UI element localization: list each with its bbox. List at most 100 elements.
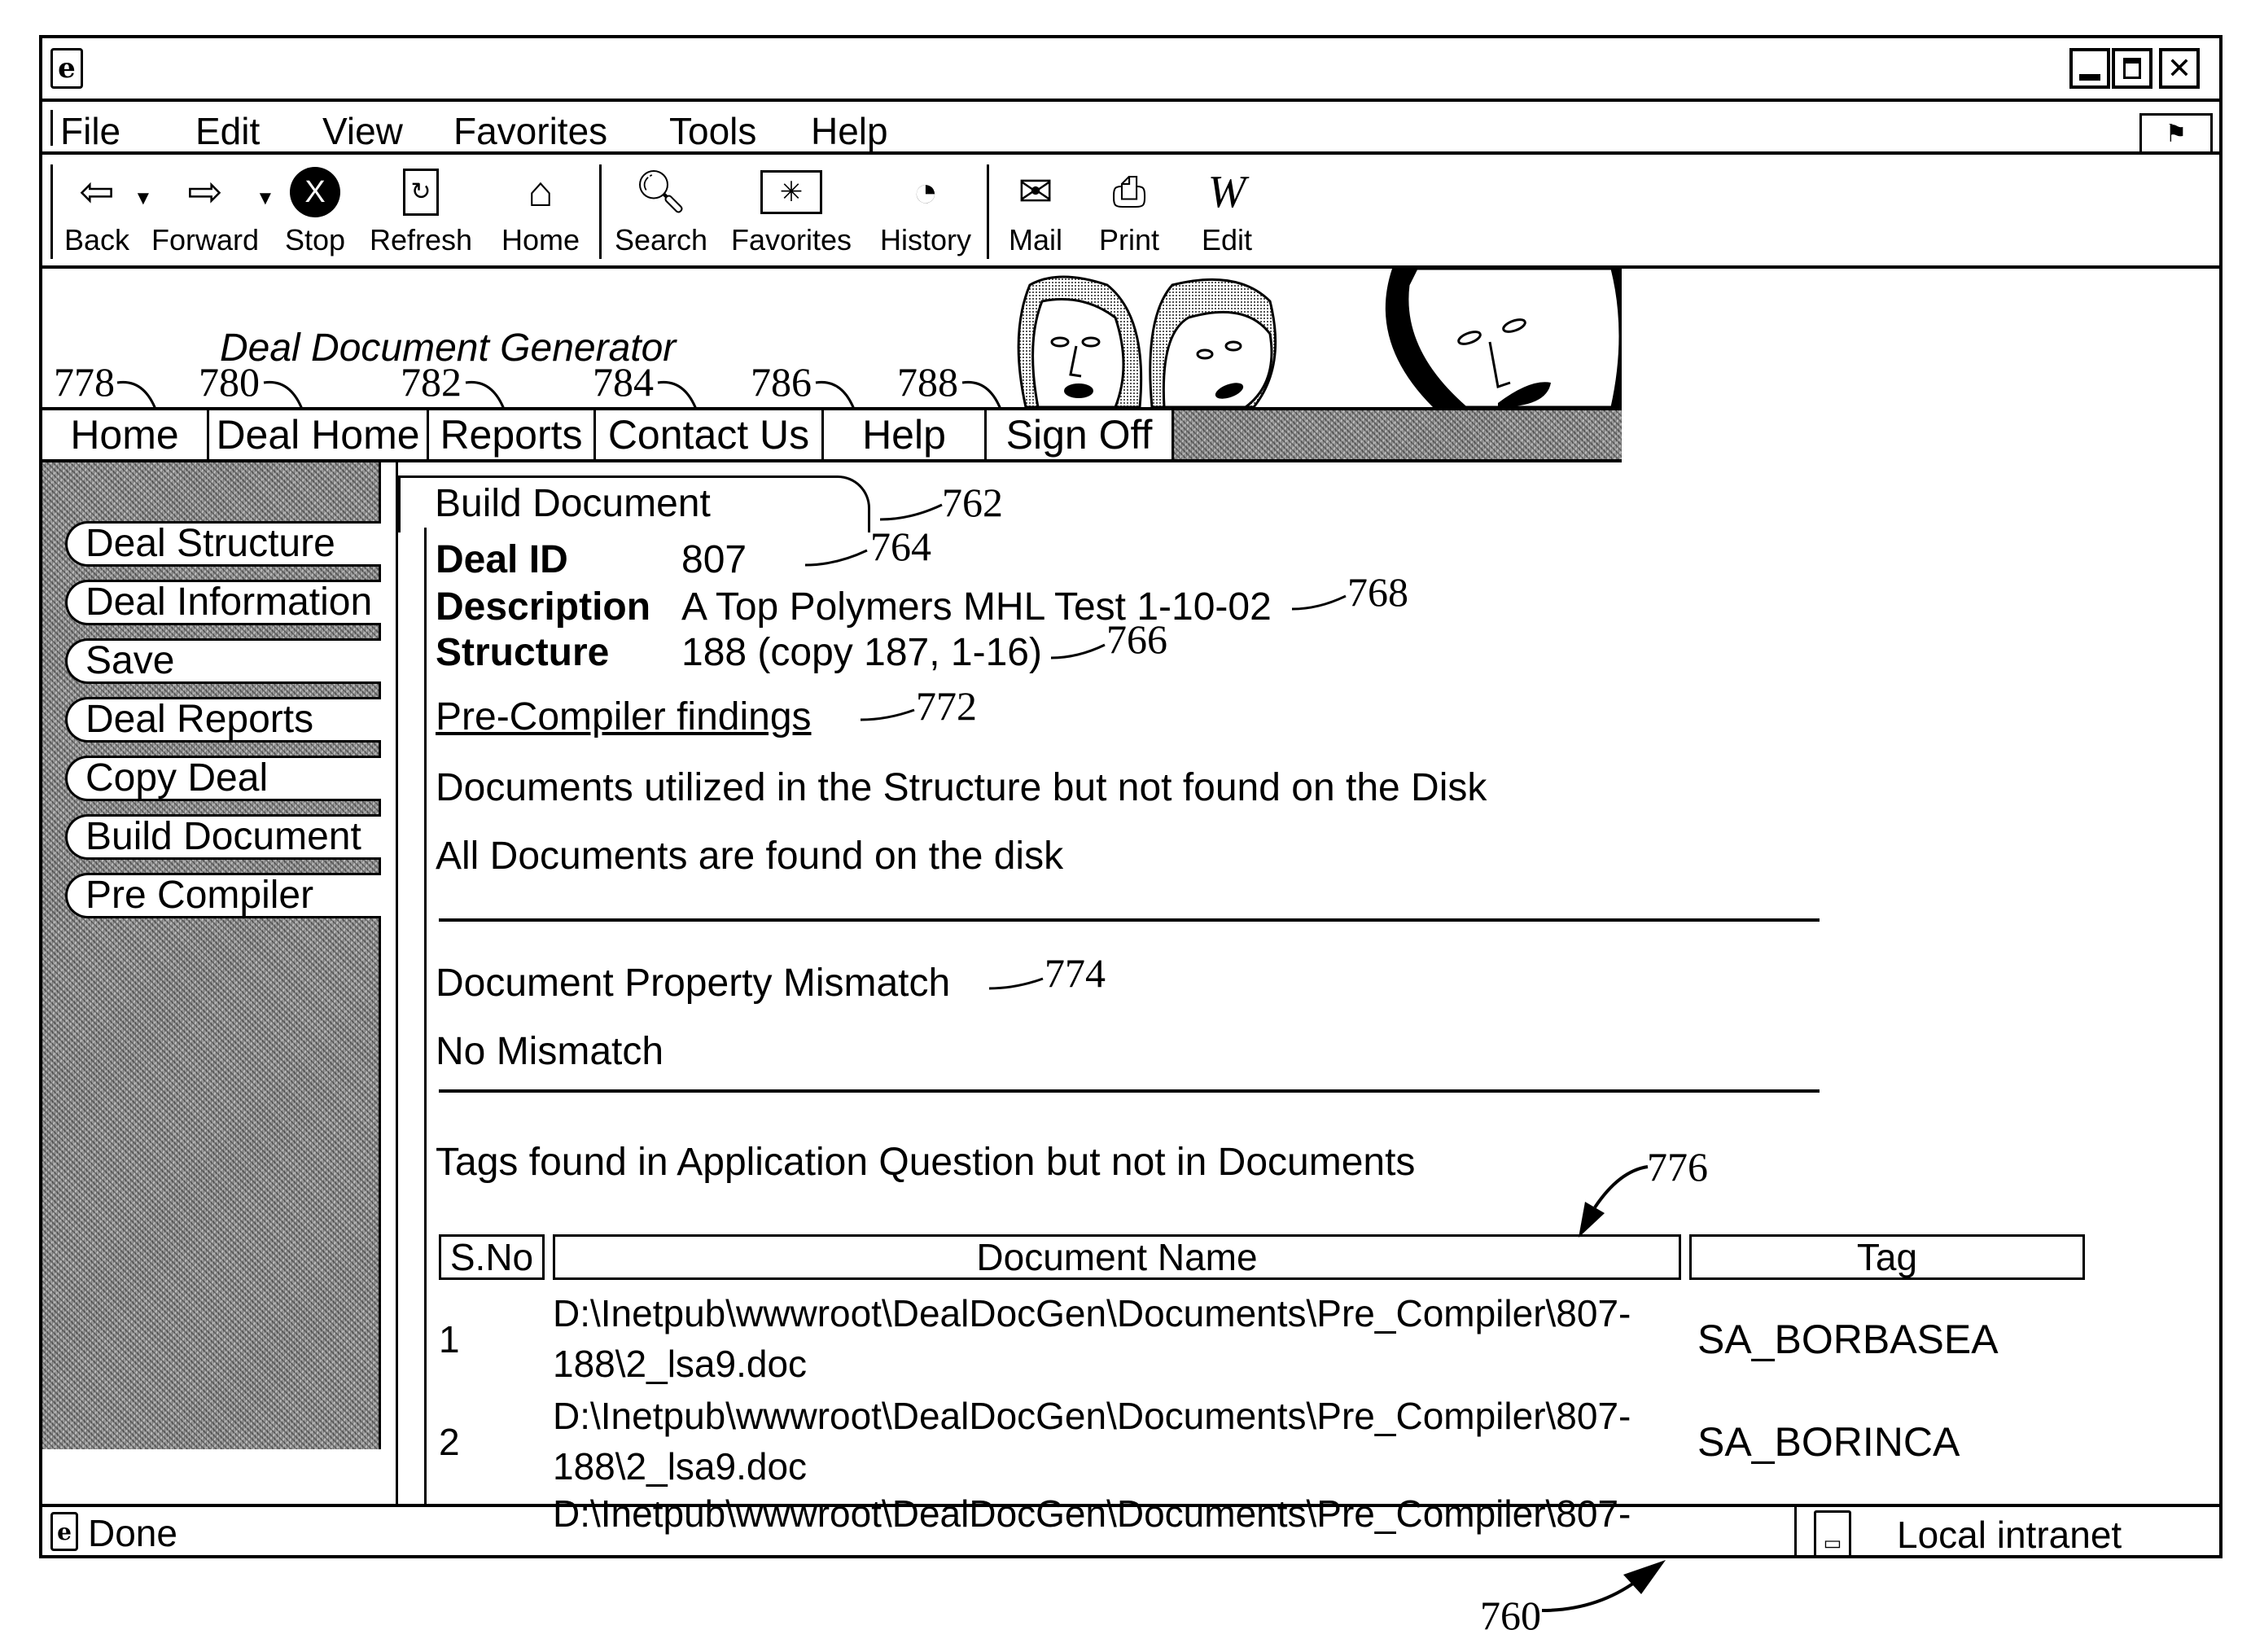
back-button[interactable]: ⇦ Back	[60, 163, 134, 261]
home-label: Home	[501, 223, 580, 256]
search-icon: 🔍︎	[633, 169, 688, 216]
menu-help[interactable]: Help	[811, 110, 888, 152]
minimize-icon	[2079, 74, 2100, 81]
close-icon: ✕	[2166, 51, 2192, 85]
leader-line	[860, 708, 915, 721]
search-label: Search	[614, 223, 708, 256]
ref-label: 772	[916, 683, 977, 729]
sidebar-item-copy-deal[interactable]: Copy Deal	[65, 756, 381, 801]
sidebar-item-deal-reports[interactable]: Deal Reports	[65, 697, 381, 743]
cell-document-name: D:\Inetpub\wwwroot\DealDocGen\Documents\…	[553, 1395, 1631, 1437]
column-header-sno: S.No	[439, 1234, 545, 1280]
print-label: Print	[1098, 223, 1160, 256]
sidebar-item-deal-information[interactable]: Deal Information	[65, 580, 381, 625]
banner-faces-illustration	[1017, 269, 1622, 407]
ref-label: 762	[942, 480, 1003, 525]
divider	[439, 918, 1820, 922]
forward-button[interactable]: ⇨ Forward	[148, 163, 262, 261]
tab-build-document[interactable]: Build Document	[398, 475, 870, 532]
menu-favorites[interactable]: Favorites	[453, 110, 607, 152]
field-value-deal-id: 807	[681, 538, 747, 581]
nav-deal-home[interactable]: Deal Home	[209, 410, 429, 459]
forward-label: Forward	[151, 223, 260, 256]
ie-logo-icon: e	[50, 48, 83, 89]
column-header-document-name: Document Name	[553, 1234, 1681, 1280]
menu-view[interactable]: View	[322, 110, 403, 152]
ref-leader-lines	[116, 380, 1003, 412]
minimize-button[interactable]	[2069, 48, 2110, 89]
section-heading-property-mismatch: Document Property Mismatch	[436, 962, 951, 1005]
back-label: Back	[64, 223, 130, 256]
home-button[interactable]: ⌂ Home	[500, 163, 581, 261]
section-heading-missing-docs: Documents utilized in the Structure but …	[436, 766, 1487, 809]
mail-button[interactable]: ✉ Mail	[999, 163, 1072, 261]
pre-compiler-findings-link[interactable]: Pre-Compiler findings	[436, 695, 812, 740]
menu-edit[interactable]: Edit	[195, 110, 260, 152]
cell-document-name: D:\Inetpub\wwwroot\DealDocGen\Documents\…	[553, 1292, 1631, 1334]
status-bar: e Done ▭ Local intranet	[42, 1504, 2219, 1558]
windows-logo-icon: ⚑	[2139, 113, 2213, 154]
edit-button[interactable]: W Edit	[1190, 163, 1263, 261]
stop-icon: X	[290, 163, 340, 221]
leader-line	[988, 977, 1044, 990]
figure-ref-arrow	[1541, 1560, 1666, 1612]
sidebar-item-build-document[interactable]: Build Document	[65, 814, 381, 860]
back-arrow-icon: ⇦	[79, 169, 115, 216]
nav-help[interactable]: Help	[824, 410, 987, 459]
mail-icon: ✉	[1018, 169, 1053, 216]
ref-label: 774	[1044, 950, 1106, 996]
forward-dropdown-icon[interactable]: ▼	[256, 187, 275, 210]
cell-document-name-cont: 188\2_lsa9.doc	[553, 1343, 808, 1385]
favorites-icon: ✳	[760, 163, 822, 221]
refresh-button[interactable]: ↻ Refresh	[368, 163, 474, 261]
field-value-structure: 188 (copy 187, 1-16)	[681, 631, 1042, 674]
computer-icon: ▭	[1814, 1510, 1851, 1558]
nav-contact-us[interactable]: Contact Us	[596, 410, 824, 459]
history-button[interactable]: ◔ History	[873, 163, 979, 261]
close-button[interactable]: ✕	[2159, 48, 2200, 89]
field-label-description: Description	[436, 585, 651, 629]
history-icon: ◔	[913, 169, 939, 216]
content-panel: Build Document 762 Deal ID 807 764 Descr…	[396, 462, 2223, 1535]
section-result-missing-docs: All Documents are found on the disk	[436, 835, 1064, 878]
leader-line	[1291, 594, 1347, 611]
zone-text: Local intranet	[1897, 1514, 2122, 1556]
status-divider	[1794, 1507, 1797, 1558]
field-label-structure: Structure	[436, 631, 610, 674]
forward-arrow-icon: ⇨	[187, 169, 223, 216]
favorites-button[interactable]: ✳ Favorites	[731, 163, 852, 261]
sidebar-item-pre-compiler[interactable]: Pre Compiler	[65, 873, 381, 918]
cell-document-name-cont: 188\2_lsa9.doc	[553, 1445, 808, 1488]
title-bar: e ✕	[42, 38, 2219, 102]
refresh-icon: ↻	[403, 163, 439, 221]
section-heading-missing-tags: Tags found in Application Question but n…	[436, 1141, 1416, 1184]
menu-tools[interactable]: Tools	[669, 110, 756, 152]
nav-reports[interactable]: Reports	[429, 410, 596, 459]
leader-line	[804, 549, 868, 567]
edit-icon: W	[1207, 167, 1246, 217]
menu-file[interactable]: File	[60, 110, 120, 152]
search-button[interactable]: 🔍︎ Search	[612, 163, 710, 261]
menu-grip	[50, 110, 53, 146]
sidebar-item-save[interactable]: Save	[65, 638, 381, 684]
site-nav: Home Deal Home Reports Contact Us Help S…	[42, 407, 1622, 462]
nav-home[interactable]: Home	[42, 410, 209, 459]
app-banner: Deal Document Generator 778 780 782 784 …	[42, 269, 1622, 462]
nav-sign-off[interactable]: Sign Off	[987, 410, 1174, 459]
page-icon: e	[50, 1512, 78, 1551]
sidebar-item-deal-structure[interactable]: Deal Structure	[65, 521, 381, 567]
column-header-tag: Tag	[1689, 1234, 2085, 1280]
restore-button[interactable]	[2112, 48, 2152, 89]
stop-button[interactable]: X Stop	[278, 163, 352, 261]
sidebar: Deal Structure Deal Information Save Dea…	[42, 462, 381, 1449]
history-label: History	[879, 223, 971, 256]
toolbar-separator	[987, 164, 989, 259]
print-button[interactable]: ⎙ Print	[1093, 163, 1166, 261]
restore-icon	[2123, 58, 2141, 79]
table-row: 1 D:\Inetpub\wwwroot\DealDocGen\Document…	[439, 1288, 2091, 1391]
leader-arrow	[1579, 1165, 1649, 1238]
cell-sno: 1	[439, 1318, 460, 1361]
ref-label: 776	[1647, 1144, 1708, 1190]
status-text: Done	[88, 1512, 177, 1554]
cell-sno: 2	[439, 1421, 460, 1463]
